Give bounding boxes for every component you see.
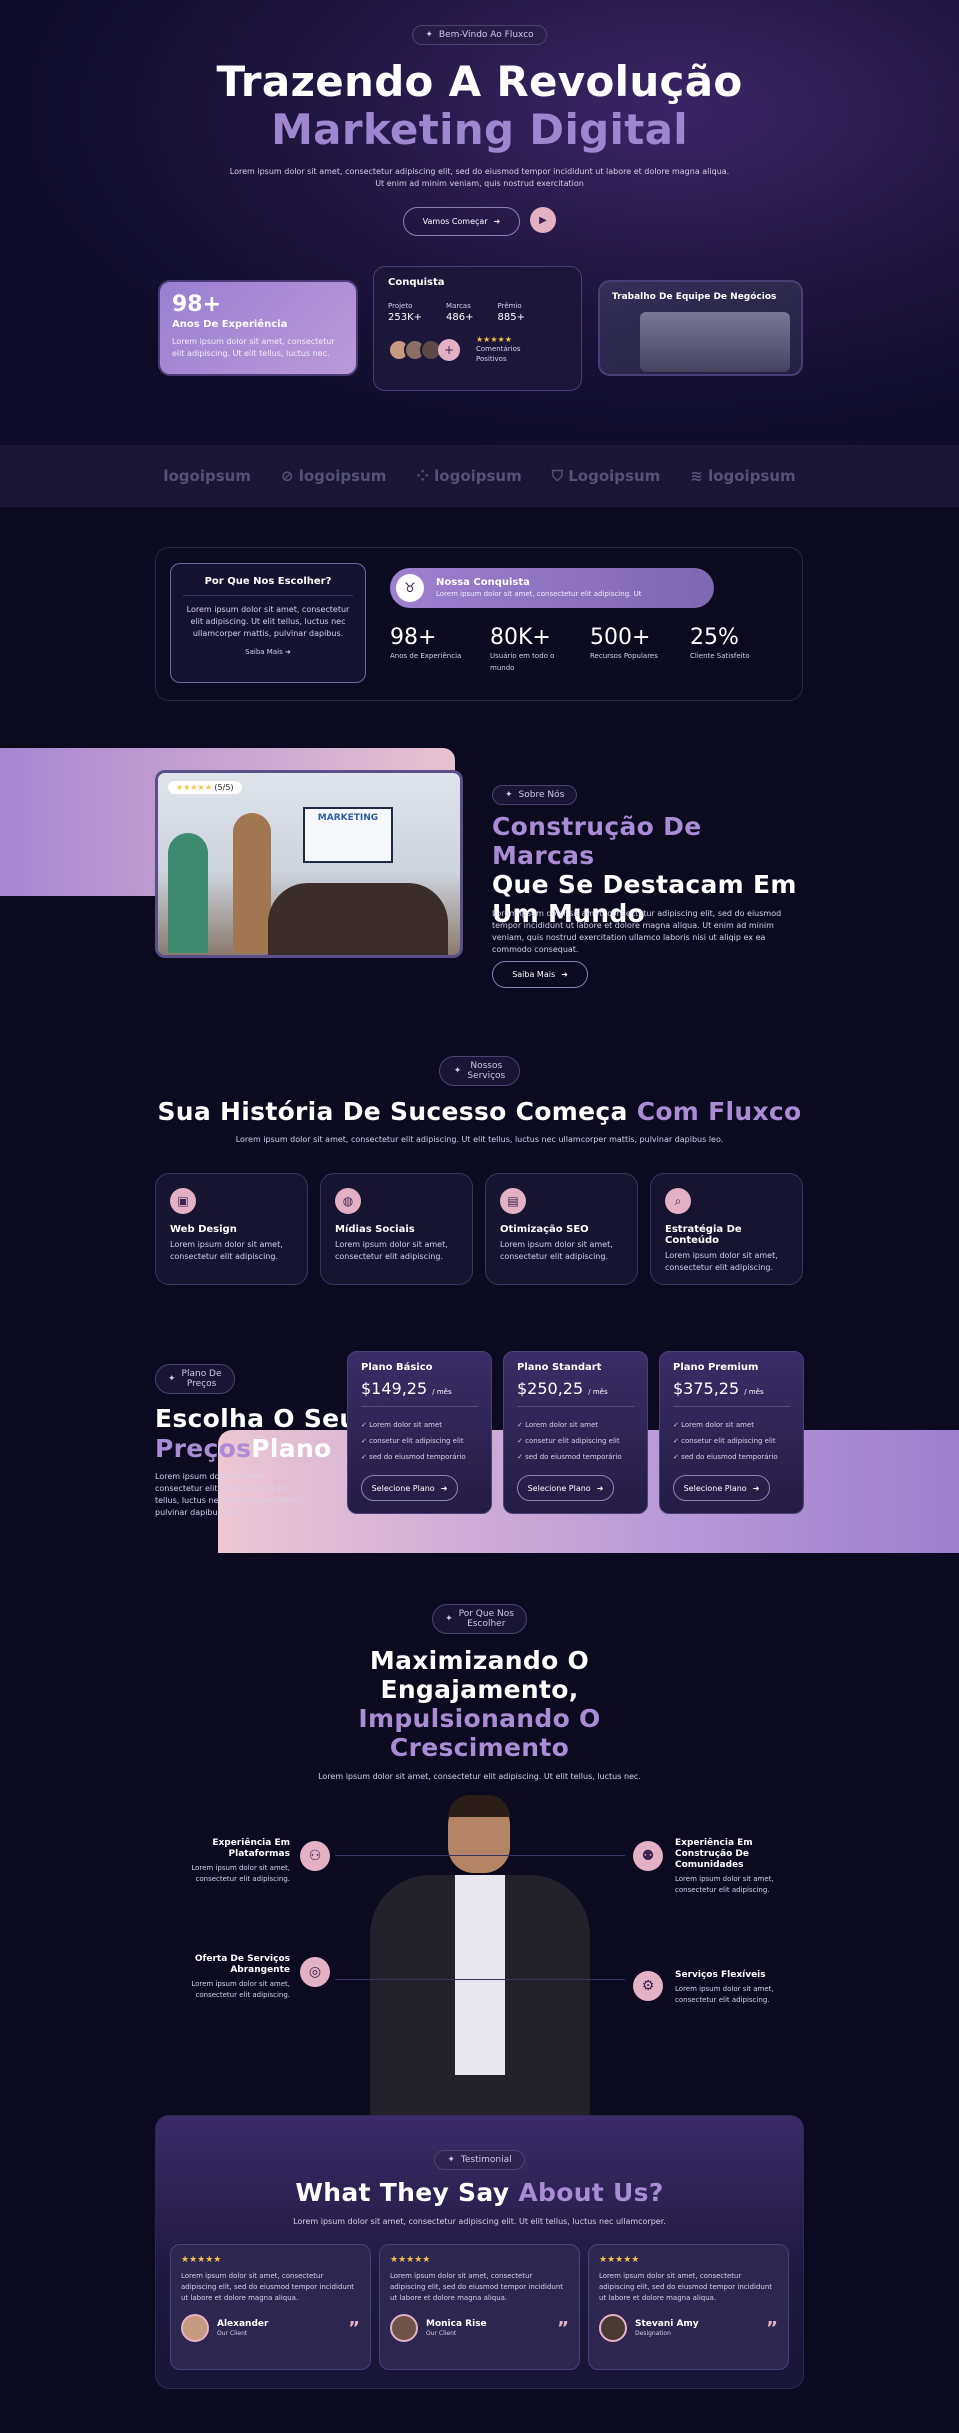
presentation-board: MARKETING — [303, 807, 393, 863]
service-card-social-media[interactable]: ◍ Mídias Sociais Lorem ipsum dolor sit a… — [320, 1173, 473, 1285]
sparkle-icon: ✦ — [453, 1066, 462, 1076]
check-icon: ✓ — [673, 1421, 682, 1429]
connector-lines — [335, 1855, 625, 1980]
sparkle-icon: ✦ — [505, 790, 513, 800]
service-card-web-design[interactable]: ▣ Web Design Lorem ipsum dolor sit amet,… — [155, 1173, 308, 1285]
about-learn-more-button[interactable]: Saiba Mais ➜ — [492, 961, 588, 988]
logo-4: ⛉ Logoipsum — [551, 467, 661, 485]
about-image: ★★★★★ (5/5) MARKETING — [155, 770, 463, 958]
monitor-icon: ▣ — [170, 1188, 196, 1214]
check-icon: ✓ — [361, 1421, 370, 1429]
pricing-badge: ✦ Plano De Preços — [155, 1364, 235, 1394]
arrow-right-icon: ➜ — [752, 1483, 760, 1493]
hero-title: Trazendo A Revolução Marketing Digital — [216, 57, 743, 154]
avatar — [181, 2314, 209, 2342]
services-grid: ▣ Web Design Lorem ipsum dolor sit amet,… — [155, 1173, 803, 1285]
engage-description: Lorem ipsum dolor sit amet, consectetur … — [318, 1772, 641, 1781]
about-badge: ✦ Sobre Nós — [492, 785, 578, 805]
engage-badge: ✦ Por Que Nos Escolher — [432, 1604, 527, 1634]
arrow-right-icon: ➜ — [440, 1483, 448, 1493]
select-plan-button[interactable]: Selecione Plano ➜ — [673, 1475, 770, 1501]
check-icon: ✓ — [673, 1453, 682, 1461]
team-photo — [640, 312, 790, 372]
check-icon: ✓ — [673, 1437, 682, 1445]
plan-card-standard: Plano Standart $250,25 / mês ✓ Lorem dol… — [503, 1351, 648, 1514]
pricing-title: Escolha O Seu PreçosPlano — [155, 1404, 358, 1463]
check-icon: ✓ — [361, 1453, 370, 1461]
chart-icon: ▤ — [500, 1188, 526, 1214]
learn-more-link[interactable]: Saiba Mais ➜ — [183, 648, 353, 656]
target-icon: ◎ — [300, 1957, 330, 1987]
wave-icon: ≋ — [690, 467, 709, 485]
users-icon: ⚇ — [300, 1841, 330, 1871]
stats-row: 98+ Anos de Experiência 80K+ Usuário em to… — [390, 625, 750, 672]
shield-icon: ⛉ — [551, 467, 569, 485]
quote-icon: ” — [348, 2317, 360, 2339]
logo-1: logoipsum — [163, 467, 251, 485]
feature-community: Experiência Em Construção De Comunidades… — [675, 1838, 774, 1894]
avatar — [599, 2314, 627, 2342]
testimonial-badge: ✦ Testimonial — [434, 2150, 525, 2170]
sparkle-icon: ✦ — [425, 30, 433, 40]
testimonial-card: ★★★★★ Lorem ipsum dolor sit amet, consec… — [588, 2244, 789, 2370]
testimonials-title: What They Say About Us? — [295, 2178, 664, 2207]
plan-card-basic: Plano Básico $149,25 / mês ✓ Lorem dolor… — [347, 1351, 492, 1514]
check-icon: ✓ — [517, 1453, 526, 1461]
plan-card-premium: Plano Premium $375,25 / mês ✓ Lorem dolo… — [659, 1351, 804, 1514]
feature-comprehensive: Oferta De Serviços Abrangente Lorem ipsu… — [191, 1954, 290, 1999]
achievement-card: Conquista Projeto 253K+ Marcas 486+ Prêmio… — [373, 266, 582, 391]
arrow-right-icon: ➜ — [493, 217, 501, 226]
arrow-right-icon: ➜ — [596, 1483, 604, 1493]
testimonial-card: ★★★★★ Lorem ipsum dolor sit amet, consec… — [379, 2244, 580, 2370]
start-button[interactable]: Vamos Começar ➜ — [403, 207, 520, 236]
logo-3: ⁘ logoipsum — [416, 467, 522, 485]
why-card: Por Que Nos Escolher? Lorem ipsum dolor … — [170, 563, 366, 683]
play-icon: ▶ — [539, 214, 547, 226]
logo-strip: logoipsum ⊘ logoipsum ⁘ logoipsum ⛉ Logo… — [0, 445, 959, 507]
search-icon: ⌕ — [665, 1188, 691, 1214]
sparkle-icon: ✦ — [168, 1374, 176, 1384]
select-plan-button[interactable]: Selecione Plano ➜ — [361, 1475, 458, 1501]
feature-platforms: Experiência Em Plataformas Lorem ipsum d… — [191, 1838, 290, 1883]
sparkle-icon: ✦ — [445, 1614, 453, 1624]
arrow-right-icon: ➜ — [561, 970, 568, 979]
check-icon: ✓ — [517, 1437, 526, 1445]
hero-description: Lorem ipsum dolor sit amet, consectetur … — [229, 167, 730, 188]
about-text: Lorem ipsum dolor sit amet, consectetur … — [492, 909, 782, 954]
welcome-badge: ✦ Bem-Vindo Ao Fluxco — [412, 25, 547, 45]
logo-2: ⊘ logoipsum — [280, 467, 387, 485]
team-card: Trabalho De Equipe De Negócios — [598, 280, 803, 376]
logo-5: ≋ logoipsum — [690, 467, 796, 485]
service-card-seo[interactable]: ▤ Otimização SEO Lorem ipsum dolor sit a… — [485, 1173, 638, 1285]
circle-slash-icon: ⊘ — [280, 467, 299, 485]
quote-icon: ” — [766, 2317, 778, 2339]
testimonial-card: ★★★★★ Lorem ipsum dolor sit amet, consec… — [170, 2244, 371, 2370]
service-card-content-strategy[interactable]: ⌕ Estratégia De Conteúdo Lorem ipsum dol… — [650, 1173, 803, 1285]
engage-title: Maximizando O Engajamento, Impulsionando… — [358, 1646, 601, 1762]
arrow-right-icon: ➜ — [284, 648, 291, 656]
services-title: Sua História De Sucesso Começa Com Fluxc… — [157, 1097, 802, 1126]
dots-icon: ⁘ — [416, 467, 435, 485]
community-icon: ⚉ — [633, 1841, 663, 1871]
sparkle-icon: ✦ — [447, 2155, 455, 2165]
quote-icon: ” — [557, 2317, 569, 2339]
check-icon: ✓ — [361, 1437, 370, 1445]
services-badge: ✦ Nossos Serviços — [438, 1056, 521, 1086]
achievement-banner: ♉ Nossa Conquista Lorem ipsum dolor sit … — [390, 568, 714, 608]
trophy-icon: ♉ — [396, 574, 424, 602]
experience-card: 98+ Anos De Experiência Lorem ipsum dolo… — [158, 280, 358, 376]
services-description: Lorem ipsum dolor sit amet, consectetur … — [235, 1135, 724, 1144]
add-icon[interactable]: + — [438, 338, 460, 361]
check-icon: ✓ — [517, 1421, 526, 1429]
rating-badge: ★★★★★ (5/5) — [168, 781, 242, 794]
globe-icon: ◍ — [335, 1188, 361, 1214]
pricing-description: Lorem ipsum dolor sit amet, consectetur … — [155, 1472, 304, 1517]
gear-icon: ⚙ — [633, 1971, 663, 2001]
testimonials-description: Lorem ipsum dolor sit amet, consectetur … — [293, 2217, 666, 2226]
avatar — [390, 2314, 418, 2342]
play-button[interactable]: ▶ — [530, 207, 556, 233]
feature-flexible: Serviços Flexíveis Lorem ipsum dolor sit… — [675, 1970, 774, 2004]
select-plan-button[interactable]: Selecione Plano ➜ — [517, 1475, 614, 1501]
